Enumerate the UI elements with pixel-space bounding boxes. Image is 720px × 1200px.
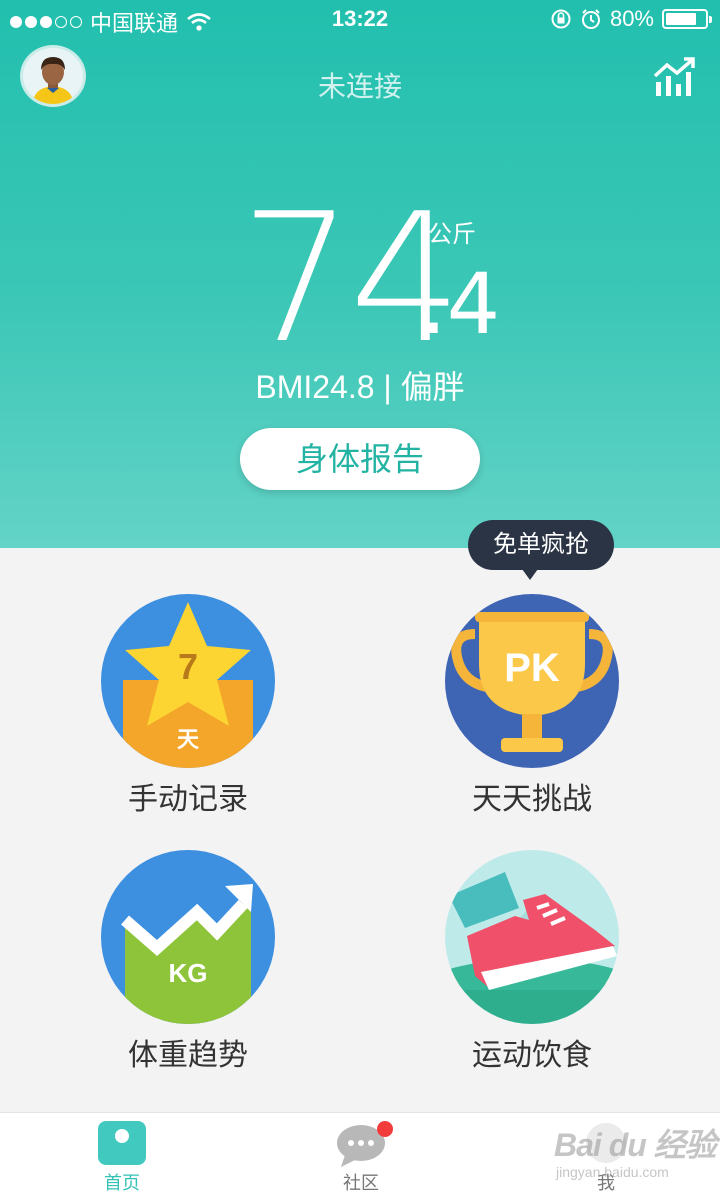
- battery-percent: 80%: [609, 6, 654, 31]
- bmi-status: BMI24.8 | 偏胖: [255, 369, 465, 405]
- exercise-diet-label: 运动饮食: [472, 1039, 592, 1072]
- star-7-days-icon: 7 天: [101, 594, 275, 768]
- star-icon-day: 天: [176, 727, 199, 752]
- community-badge: [377, 1121, 393, 1137]
- watermark-sub: jingyan.baidu.com: [556, 1164, 669, 1180]
- daily-challenge-tile[interactable]: PK 天天挑战: [402, 594, 662, 824]
- sneaker-icon: [445, 850, 619, 1024]
- trend-icon-text: KG: [168, 958, 208, 988]
- weight-decimal: .4: [420, 255, 501, 353]
- tab-home-label: 首页: [104, 1173, 140, 1193]
- tab-home[interactable]: 首页: [52, 1113, 192, 1200]
- exercise-diet-tile[interactable]: 运动饮食: [402, 850, 662, 1080]
- weight-trend-kg-icon: KG: [101, 850, 275, 1024]
- body-report-button[interactable]: 身体报告: [240, 428, 480, 490]
- home-scale-icon: [98, 1121, 146, 1165]
- status-right: 80%: [550, 6, 712, 32]
- manual-record-label: 手动记录: [128, 783, 248, 816]
- tab-community[interactable]: 社区: [291, 1113, 431, 1200]
- trophy-icon-text: PK: [504, 646, 560, 690]
- manual-record-tile[interactable]: 7 天 手动记录: [58, 594, 318, 824]
- promo-bubble[interactable]: 免单疯抢: [468, 520, 614, 580]
- rotation-lock-icon: [551, 9, 571, 29]
- bar-chart-trend-icon[interactable]: [652, 56, 698, 98]
- daily-challenge-label: 天天挑战: [472, 783, 592, 816]
- star-icon-number: 7: [177, 646, 199, 687]
- battery-icon: [662, 9, 712, 29]
- baidu-watermark: Bai du 经验 jingyan.baidu.com: [548, 1116, 718, 1196]
- weight-trend-label: 体重趋势: [128, 1039, 248, 1072]
- trophy-pk-icon: PK: [445, 594, 619, 768]
- weight-trend-tile[interactable]: KG 体重趋势: [58, 850, 318, 1080]
- connection-status-title: 未连接: [317, 71, 402, 102]
- tab-community-label: 社区: [343, 1173, 379, 1193]
- weight-unit: 公斤: [428, 221, 476, 248]
- alarm-icon: [581, 9, 600, 29]
- watermark-main: Bai du 经验: [554, 1127, 717, 1163]
- status-bar: 中国联通 13:22 80%: [0, 0, 720, 40]
